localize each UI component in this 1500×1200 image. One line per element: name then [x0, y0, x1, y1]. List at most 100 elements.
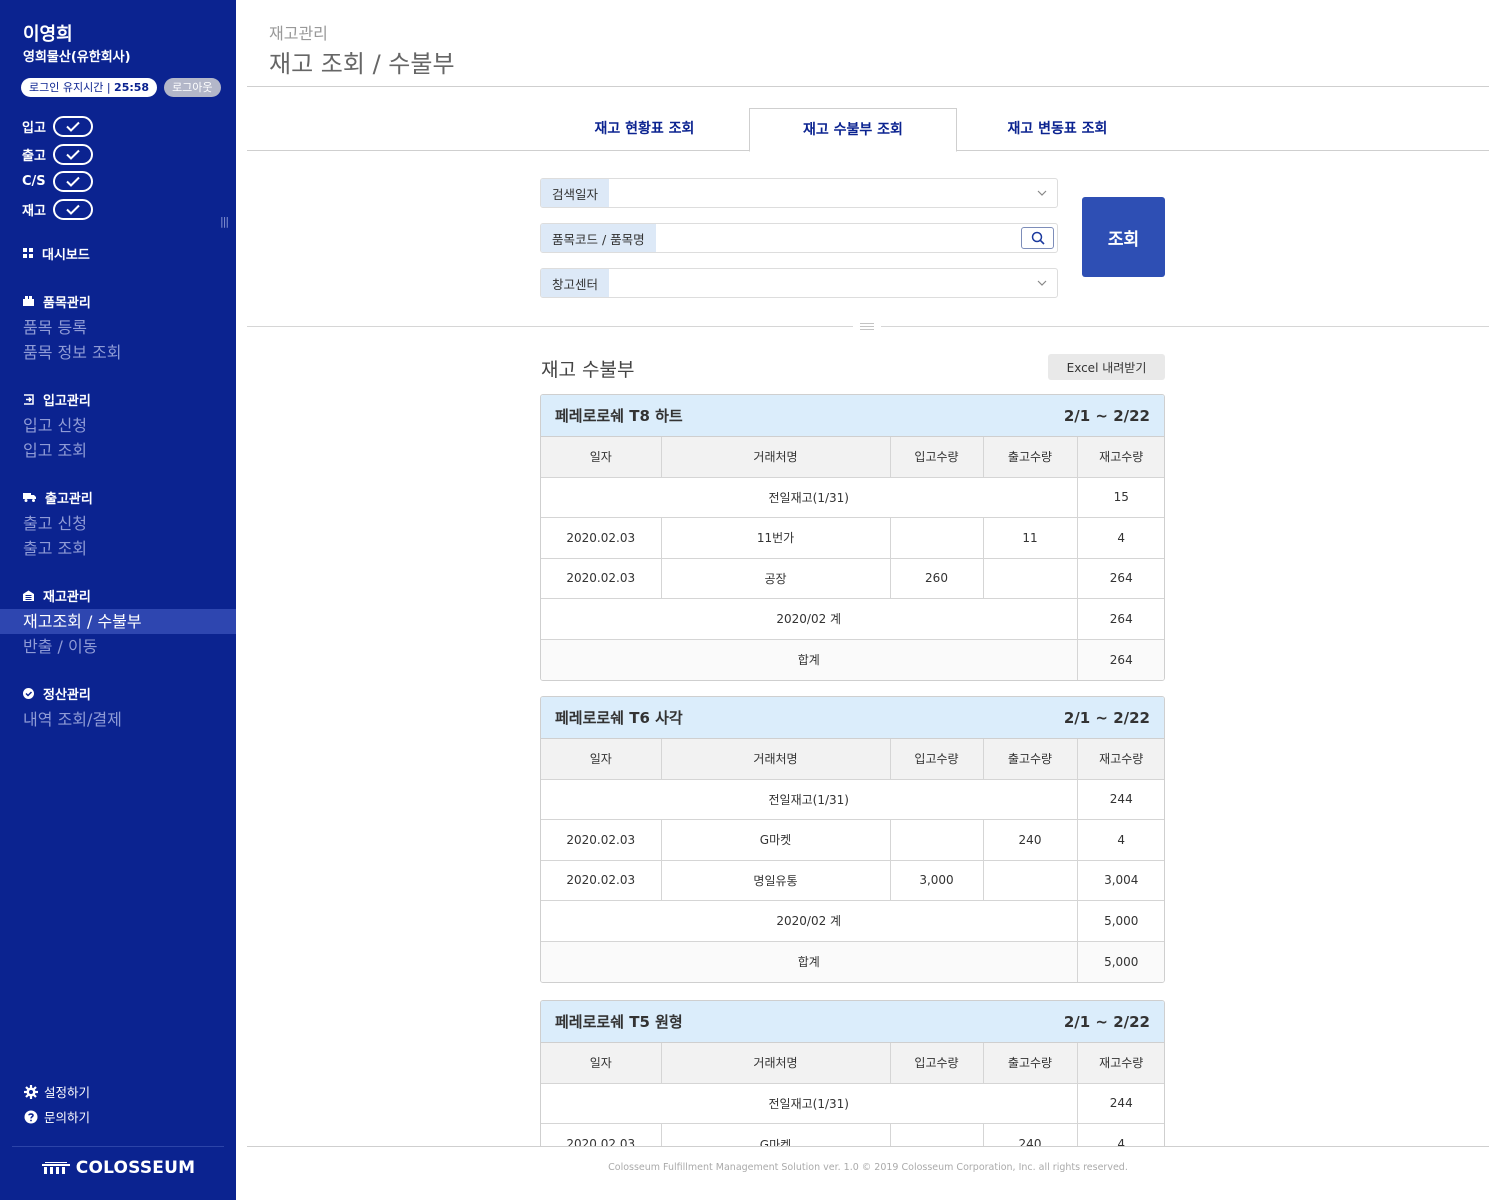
- brand-logo: COLOSSEUM: [12, 1146, 224, 1178]
- nav-group-title: 출고관리: [45, 491, 93, 507]
- row-stock-qty: 264: [1077, 558, 1164, 599]
- nav-item-release-move[interactable]: 반출 / 이동: [0, 634, 236, 659]
- sidebar-collapse-handle[interactable]: |||: [220, 215, 229, 228]
- dashboard-icon: [23, 248, 33, 258]
- nav-item-stock-ledger[interactable]: 재고조회 / 수불부: [0, 609, 236, 634]
- column-header: 재고수량: [1077, 739, 1164, 780]
- search-icon[interactable]: [1021, 227, 1054, 249]
- nav-dashboard[interactable]: 대시보드: [0, 243, 236, 263]
- column-header: 입고수량: [890, 739, 984, 780]
- opening-row: 전일재고(1/31) 244: [541, 779, 1164, 820]
- opening-qty: 244: [1077, 779, 1164, 820]
- nav-item-inbound-view[interactable]: 입고 조회: [0, 438, 236, 463]
- month-label: 2020/02 계: [541, 598, 1078, 640]
- column-header: 거래처명: [661, 739, 891, 780]
- status-list: 입고 출고 C/S 재고: [22, 113, 93, 223]
- total-qty: 264: [1077, 639, 1164, 680]
- inquiry-label: 문의하기: [44, 1110, 91, 1125]
- item-filter-label: 품목코드 / 품목명: [541, 224, 656, 252]
- opening-label: 전일재고(1/31): [541, 779, 1078, 820]
- table-row: 2020.02.03 11번가 11 4: [541, 517, 1164, 559]
- column-header: 입고수량: [890, 437, 984, 478]
- status-label: 재고: [22, 203, 46, 219]
- product-period: 2/1 ~ 2/22: [1063, 1012, 1150, 1031]
- row-partner: G마켓: [661, 1123, 891, 1146]
- nav-group-outbound: 출고관리: [0, 487, 236, 507]
- table-row: 2020.02.03 G마켓 240 4: [541, 819, 1164, 861]
- nav-dashboard-label: 대시보드: [42, 247, 90, 263]
- help-icon: [24, 1110, 38, 1123]
- column-header: 거래처명: [661, 1043, 891, 1084]
- logout-button[interactable]: 로그아웃: [164, 78, 221, 97]
- nav-item-product-info[interactable]: 품목 정보 조회: [0, 340, 236, 365]
- nav-group-stock: 재고관리: [0, 585, 236, 605]
- center-select[interactable]: [609, 269, 1027, 297]
- inbound-icon: [24, 393, 34, 405]
- product-name: 페레로로쉐 T6 사각: [555, 709, 683, 727]
- breadcrumb: 재고관리: [269, 24, 328, 43]
- nav-item-product-register[interactable]: 품목 등록: [0, 315, 236, 340]
- center-filter-label: 창고센터: [541, 269, 610, 297]
- tab-stock-ledger[interactable]: 재고 수불부 조회: [749, 108, 957, 152]
- check-icon: [53, 143, 93, 165]
- nav-group-inbound: 입고관리: [0, 389, 236, 409]
- row-stock-qty: 4: [1077, 819, 1164, 861]
- settings-link[interactable]: 설정하기: [24, 1079, 90, 1104]
- query-button[interactable]: 조회: [1082, 197, 1165, 277]
- status-outbound[interactable]: 출고: [22, 141, 93, 169]
- chevron-down-icon[interactable]: [1027, 269, 1057, 297]
- item-filter: 품목코드 / 품목명: [540, 223, 1058, 253]
- ledger-list[interactable]: 페레로로쉐 T8 하트 2/1 ~ 2/22 일자 거래처명 입고수량 출고수량…: [540, 394, 1166, 1146]
- row-partner: 11번가: [661, 517, 891, 559]
- table-header-row: 일자 거래처명 입고수량 출고수량 재고수량: [541, 437, 1164, 478]
- row-date: 2020.02.03: [541, 819, 662, 861]
- status-stock[interactable]: 재고: [22, 196, 93, 224]
- column-header: 일자: [541, 739, 662, 780]
- check-icon: [53, 116, 93, 138]
- date-select[interactable]: [609, 179, 1027, 207]
- session-time: 25:58: [114, 81, 150, 94]
- table-header-row: 일자 거래처명 입고수량 출고수량 재고수량: [541, 1043, 1164, 1084]
- footer-divider: [247, 1146, 1489, 1147]
- inquiry-link[interactable]: 문의하기: [24, 1104, 90, 1129]
- nav-group-title: 재고관리: [43, 589, 91, 605]
- month-label: 2020/02 계: [541, 900, 1078, 942]
- column-header: 일자: [541, 1043, 662, 1084]
- session-row: 로그인 유지시간 | 25:58 로그아웃: [21, 78, 221, 97]
- status-inbound[interactable]: 입고: [22, 113, 93, 141]
- nav-item-settlement-view[interactable]: 내역 조회/결제: [0, 707, 236, 732]
- column-header: 재고수량: [1077, 1043, 1164, 1084]
- row-in-qty: [890, 517, 984, 559]
- main-content: 재고관리 재고 조회 / 수불부 재고 현황표 조회 재고 수불부 조회 재고 …: [236, 0, 1500, 1200]
- tab-stock-status[interactable]: 재고 현황표 조회: [539, 108, 750, 151]
- column-header: 일자: [541, 437, 662, 478]
- column-header: 거래처명: [661, 437, 891, 478]
- ledger-table: 일자 거래처명 입고수량 출고수량 재고수량 전일재고(1/31) 244 20…: [541, 739, 1164, 982]
- nav-item-outbound-view[interactable]: 출고 조회: [0, 536, 236, 561]
- column-header: 입고수량: [890, 1043, 984, 1084]
- opening-label: 전일재고(1/31): [541, 477, 1078, 518]
- truck-icon: [23, 493, 36, 502]
- product-card-header: 페레로로쉐 T8 하트 2/1 ~ 2/22: [541, 395, 1164, 437]
- date-filter-label: 검색일자: [541, 179, 610, 207]
- nav-item-inbound-request[interactable]: 입고 신청: [0, 413, 236, 438]
- nav-group-title: 입고관리: [43, 393, 91, 409]
- status-label: 출고: [22, 148, 46, 164]
- row-out-qty: [983, 558, 1078, 599]
- item-search-input[interactable]: [655, 224, 1021, 252]
- product-card-header: 페레로로쉐 T6 사각 2/1 ~ 2/22: [541, 697, 1164, 739]
- check-circle-icon: [23, 687, 34, 699]
- tab-stock-change[interactable]: 재고 변동표 조회: [956, 108, 1159, 151]
- chevron-down-icon[interactable]: [1027, 179, 1057, 207]
- table-row: 2020.02.03 명일유통 3,000 3,004: [541, 860, 1164, 901]
- opening-row: 전일재고(1/31) 15: [541, 477, 1164, 518]
- excel-download-button[interactable]: Excel 내려받기: [1048, 354, 1165, 380]
- ledger-table: 일자 거래처명 입고수량 출고수량 재고수량 전일재고(1/31) 244 20…: [541, 1043, 1164, 1146]
- row-stock-qty: 3,004: [1077, 860, 1164, 901]
- resize-grip-icon[interactable]: [853, 319, 881, 333]
- status-label: C/S: [22, 174, 46, 190]
- status-cs[interactable]: C/S: [22, 168, 93, 196]
- nav-item-outbound-request[interactable]: 출고 신청: [0, 511, 236, 536]
- row-partner: 공장: [661, 558, 891, 599]
- row-in-qty: 260: [890, 558, 984, 599]
